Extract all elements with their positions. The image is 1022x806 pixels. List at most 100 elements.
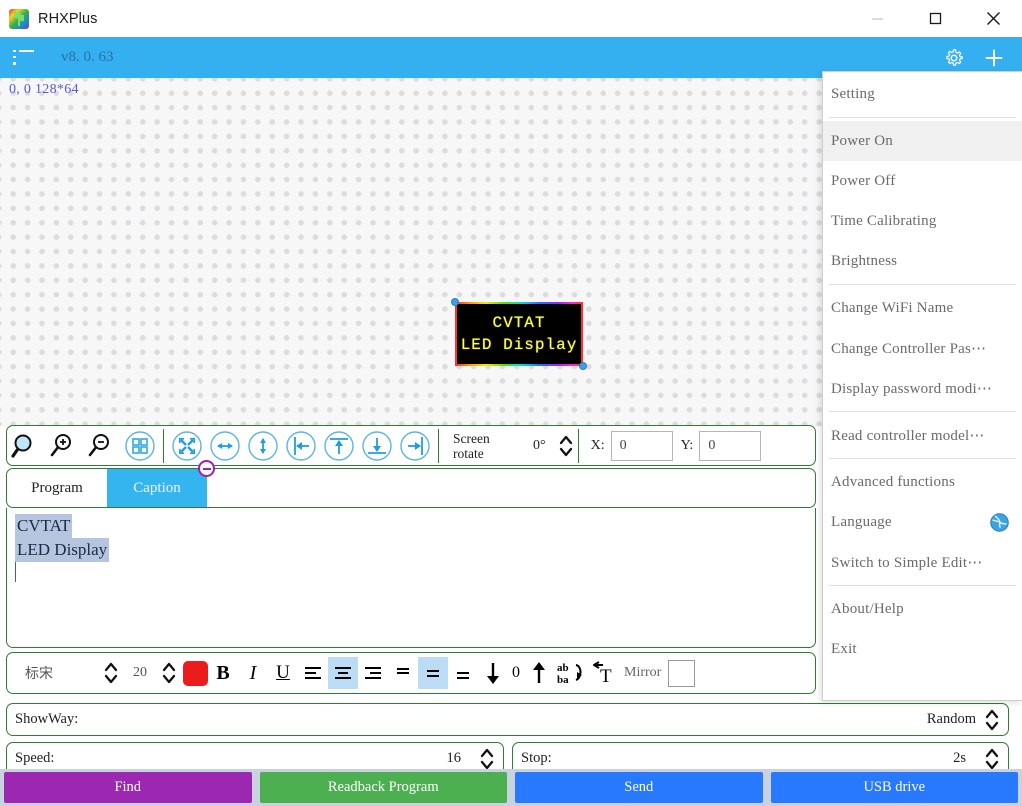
- align-top-icon[interactable]: [320, 427, 358, 464]
- list-menu-icon[interactable]: [13, 49, 34, 66]
- canvas-toolbar: Screen rotate 0° X: 0 Y: 0: [6, 425, 816, 466]
- resize-handle-top-left[interactable]: [451, 298, 459, 306]
- menu-time-calibrating-label: Time Calibrating: [831, 212, 937, 229]
- minimize-button[interactable]: [848, 0, 906, 37]
- tab-caption[interactable]: Caption: [107, 460, 215, 507]
- menu-divider: [829, 117, 1016, 118]
- stop-value[interactable]: 2s: [953, 750, 966, 767]
- bold-button[interactable]: B: [208, 657, 238, 689]
- led-text-line-2: LED Display: [460, 336, 578, 354]
- showway-value[interactable]: Random: [927, 711, 976, 728]
- window-controls: [848, 0, 1022, 37]
- zoom-out-icon[interactable]: [83, 427, 121, 464]
- menu-language-label: Language: [831, 513, 892, 530]
- maximize-button[interactable]: [906, 0, 964, 37]
- x-input[interactable]: 0: [610, 430, 673, 461]
- y-input[interactable]: 0: [699, 430, 762, 461]
- x-label: X:: [590, 437, 605, 453]
- menu-read-controller-model[interactable]: Read controller model⋯: [823, 415, 1022, 455]
- menu-change-wifi-name[interactable]: Change WiFi Name: [823, 288, 1022, 328]
- settings-dropdown-menu: Setting Power On Power Off Time Calibrating…: [822, 71, 1022, 701]
- menu-about-help[interactable]: About/Help: [823, 589, 1022, 629]
- menu-brightness[interactable]: Brightness: [823, 241, 1022, 281]
- menu-language[interactable]: Language: [823, 502, 1022, 542]
- led-text-line-1: CVTAT: [492, 314, 546, 332]
- menu-advanced-functions-label: Advanced functions: [831, 473, 955, 490]
- showway-row: ShowWay: Random: [6, 703, 1009, 736]
- menu-read-controller-model-label: Read controller model⋯: [831, 427, 985, 444]
- underline-button[interactable]: U: [268, 657, 298, 689]
- zoom-fit-icon[interactable]: [7, 427, 45, 464]
- menu-display-password-modify[interactable]: Display password modi⋯: [823, 368, 1022, 408]
- gear-icon[interactable]: [943, 47, 965, 69]
- menu-display-password-modify-label: Display password modi⋯: [831, 380, 993, 397]
- font-family-stepper[interactable]: [103, 660, 119, 686]
- speed-stepper[interactable]: [479, 746, 495, 772]
- stretch-vertical-icon[interactable]: [244, 427, 282, 464]
- text-color-swatch[interactable]: [183, 660, 208, 686]
- italic-label: I: [249, 661, 257, 684]
- grid-view-icon[interactable]: [121, 427, 159, 464]
- menu-switch-to-simple-edit[interactable]: Switch to Simple Edit⋯: [823, 542, 1022, 582]
- font-size-stepper[interactable]: [161, 660, 177, 686]
- bold-label: B: [216, 661, 230, 684]
- close-tab-icon[interactable]: [198, 460, 215, 477]
- menu-divider: [829, 458, 1016, 459]
- stop-stepper[interactable]: [984, 746, 1000, 772]
- canvas-coordinate-label: 0, 0 128*64: [9, 82, 79, 97]
- align-left-icon[interactable]: [298, 657, 328, 689]
- tab-program[interactable]: Program: [7, 469, 107, 507]
- italic-button[interactable]: I: [238, 657, 268, 689]
- stretch-horizontal-icon[interactable]: [206, 427, 244, 464]
- bottom-action-bar: Find Readback Program Send USB drive: [0, 769, 1022, 806]
- menu-setting-label: Setting: [831, 85, 875, 102]
- align-right-icon[interactable]: [396, 427, 434, 464]
- caption-text-editor[interactable]: CVTAT LED Display: [6, 508, 816, 648]
- font-size-input[interactable]: 20: [119, 665, 161, 681]
- usb-drive-button[interactable]: USB drive: [770, 772, 1018, 803]
- send-button[interactable]: Send: [515, 772, 763, 803]
- menu-advanced-functions[interactable]: Advanced functions: [823, 462, 1022, 502]
- align-right-icon[interactable]: [358, 657, 388, 689]
- speed-value[interactable]: 16: [447, 750, 462, 767]
- font-family-select[interactable]: 标宋: [13, 663, 103, 683]
- valign-bottom-icon[interactable]: [448, 657, 478, 689]
- editor-line-2: LED Display: [15, 538, 110, 562]
- align-center-icon[interactable]: [328, 657, 358, 689]
- valign-middle-icon[interactable]: [418, 657, 448, 689]
- led-canvas[interactable]: 0, 0 128*64 CVTAT LED Display: [0, 78, 822, 426]
- readback-program-button[interactable]: Readback Program: [259, 772, 507, 803]
- menu-time-calibrating[interactable]: Time Calibrating: [823, 201, 1022, 241]
- menu-setting[interactable]: Setting: [823, 74, 1022, 114]
- menu-power-off[interactable]: Power Off: [823, 161, 1022, 201]
- screen-rotate-stepper[interactable]: [558, 433, 574, 459]
- globe-icon[interactable]: [989, 512, 1010, 533]
- zoom-in-icon[interactable]: [45, 427, 83, 464]
- led-display-element[interactable]: CVTAT LED Display: [451, 298, 587, 370]
- text-caret: [15, 562, 16, 582]
- align-left-icon[interactable]: [282, 427, 320, 464]
- reverse-text-icon[interactable]: ab ba: [554, 657, 588, 689]
- close-button[interactable]: [964, 0, 1022, 37]
- menu-exit[interactable]: Exit: [823, 629, 1022, 669]
- editor-tabs: Program Caption: [6, 460, 816, 508]
- showway-stepper[interactable]: [984, 707, 1000, 733]
- mirror-checkbox[interactable]: [668, 659, 696, 687]
- move-down-icon[interactable]: [478, 657, 508, 689]
- menu-change-controller-password[interactable]: Change Controller Pas⋯: [823, 328, 1022, 368]
- valign-top-icon[interactable]: [388, 657, 418, 689]
- find-button[interactable]: Find: [4, 772, 252, 803]
- move-up-icon[interactable]: [524, 657, 554, 689]
- resize-handle-bottom-right[interactable]: [579, 362, 587, 370]
- toolbar-divider-2: [438, 428, 439, 463]
- rotate-text-icon[interactable]: T: [588, 657, 620, 689]
- fit-screen-icon[interactable]: [168, 427, 206, 464]
- showway-label: ShowWay:: [15, 711, 79, 727]
- menu-divider: [829, 284, 1016, 285]
- menu-switch-to-simple-edit-label: Switch to Simple Edit⋯: [831, 554, 983, 571]
- plus-icon[interactable]: [983, 47, 1005, 69]
- menu-divider: [829, 585, 1016, 586]
- menu-power-on[interactable]: Power On: [823, 121, 1022, 161]
- align-bottom-icon[interactable]: [358, 427, 396, 464]
- toolbar-divider-3: [577, 428, 579, 463]
